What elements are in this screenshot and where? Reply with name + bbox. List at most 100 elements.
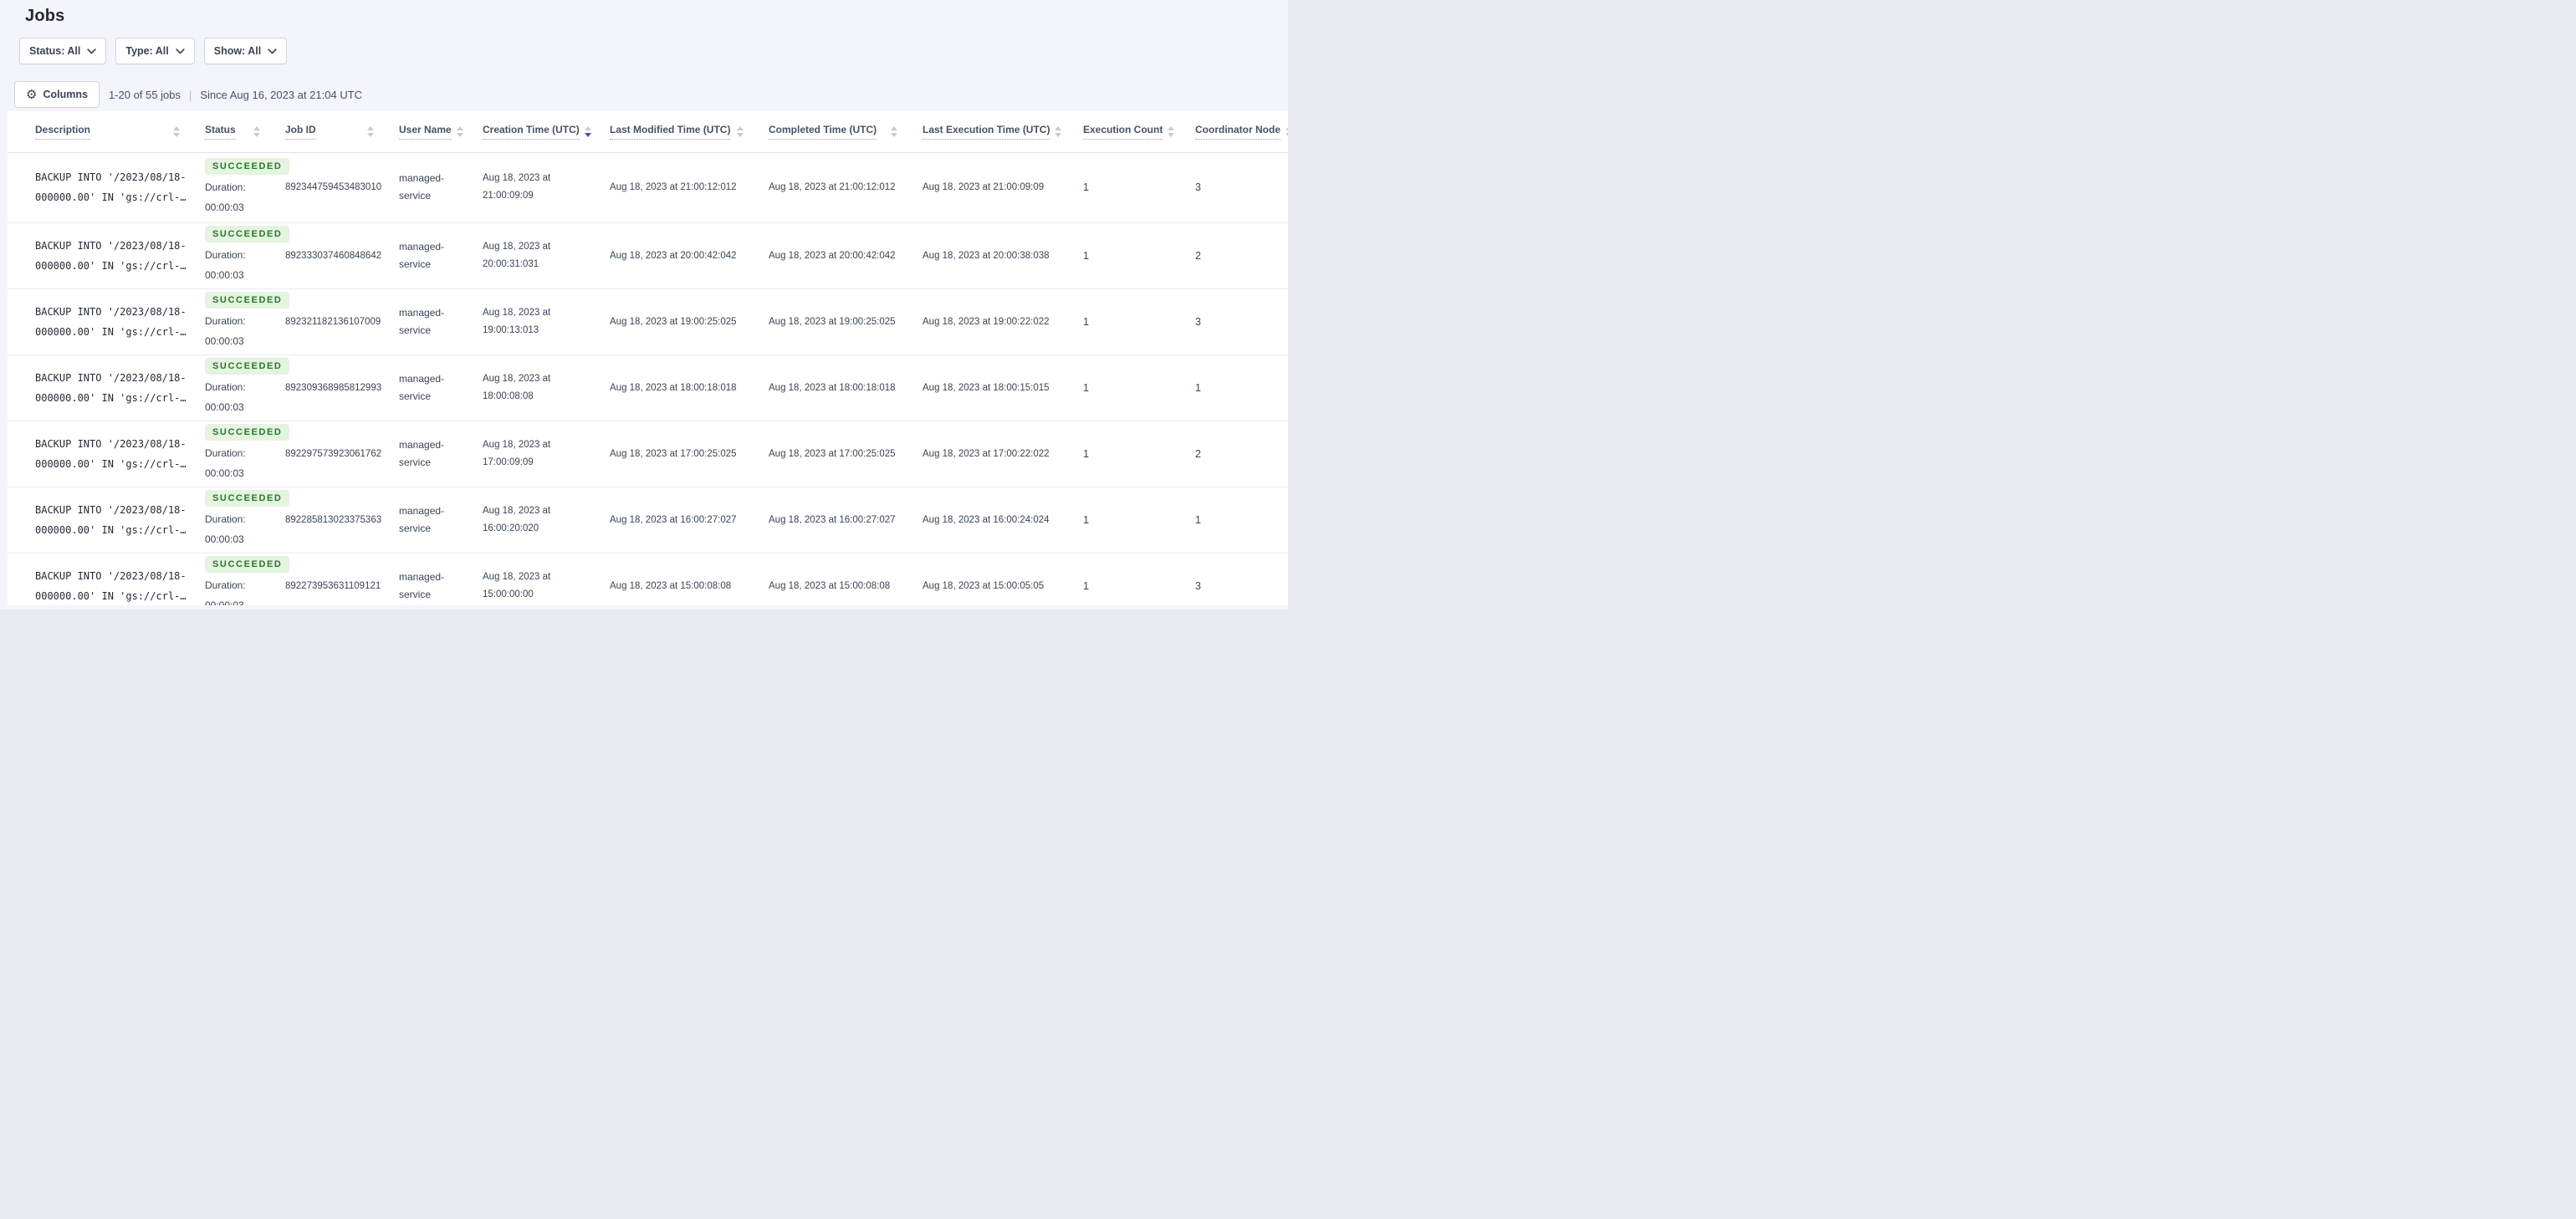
table-row: BACKUP INTO '/2023/08/18-000000.00' IN '… xyxy=(8,288,1288,354)
column-header-modified[interactable]: Last Modified Time (UTC) xyxy=(596,111,755,153)
filter-label: Type: All xyxy=(125,45,169,57)
last-execution-time-cell: Aug 18, 2023 at 18:00:15:015 xyxy=(923,382,1050,393)
description-cell: BACKUP INTO '/2023/08/18-000000.00' IN '… xyxy=(8,421,192,487)
column-label: Execution Count xyxy=(1083,124,1163,140)
show-filter-dropdown[interactable]: Show: All xyxy=(203,38,288,64)
execution-count-cell: 1 xyxy=(1083,315,1089,328)
status-badge: SUCCEEDED xyxy=(205,226,290,242)
columns-button[interactable]: ⚙ Columns xyxy=(14,81,100,108)
table-row: BACKUP INTO '/2023/08/18-000000.00' IN '… xyxy=(8,354,1288,421)
job-description-link[interactable]: BACKUP INTO '/2023/08/18-000000.00' IN '… xyxy=(35,368,187,408)
sort-up-arrow xyxy=(1168,125,1175,130)
sort-icon xyxy=(1285,125,1288,137)
status-badge: SUCCEEDED xyxy=(205,490,290,507)
jobs-page: Jobs Status: All Type: All Show: All ⚙ Col… xyxy=(0,0,1288,610)
job-description-link[interactable]: BACKUP INTO '/2023/08/18-000000.00' IN '… xyxy=(35,302,187,342)
column-label: Description xyxy=(35,124,91,140)
execution-count-cell: 1 xyxy=(1083,181,1089,193)
table-row: BACKUP INTO '/2023/08/18-000000.00' IN '… xyxy=(8,487,1288,553)
sort-down-arrow xyxy=(367,132,374,137)
chevron-down-icon xyxy=(87,48,97,54)
columns-button-label: Columns xyxy=(43,89,88,100)
last-modified-time-cell: Aug 18, 2023 at 21:00:12:012 xyxy=(610,182,737,192)
user-name-cell: managed-service xyxy=(399,438,445,468)
sort-up-arrow xyxy=(891,125,897,130)
execution-count-cell: 1 xyxy=(1083,249,1089,262)
column-header-job_id[interactable]: Job ID xyxy=(272,111,386,153)
table-header-row: Description Status Job ID User Name Creation… xyxy=(8,111,1288,153)
sort-icon xyxy=(253,125,260,137)
chevron-down-icon xyxy=(268,48,277,54)
sort-down-arrow xyxy=(253,132,260,137)
column-label: Last Modified Time (UTC) xyxy=(610,124,731,140)
creation-time-cell: Aug 18, 2023 at 16:00:20:020 xyxy=(483,505,551,533)
sort-down-arrow xyxy=(1285,132,1288,137)
user-name-cell: managed-service xyxy=(399,172,445,201)
filter-bar: Status: All Type: All Show: All xyxy=(19,38,1288,64)
sort-icon xyxy=(584,125,591,137)
sort-down-arrow xyxy=(173,132,180,137)
creation-time-cell: Aug 18, 2023 at 17:00:09:09 xyxy=(483,439,551,467)
job-description-link[interactable]: BACKUP INTO '/2023/08/18-000000.00' IN '… xyxy=(35,167,187,207)
execution-count-cell: 1 xyxy=(1083,579,1089,592)
sort-icon xyxy=(173,125,180,137)
sort-down-arrow xyxy=(737,132,744,137)
column-header-lastexec[interactable]: Last Execution Time (UTC) xyxy=(909,111,1070,153)
last-execution-time-cell: Aug 18, 2023 at 16:00:24:024 xyxy=(923,514,1050,525)
coordinator-node-cell: 1 xyxy=(1195,381,1201,394)
sort-icon xyxy=(891,125,897,137)
status-cell: SUCCEEDED Duration: 00:00:03 xyxy=(192,487,290,553)
sort-down-arrow xyxy=(1168,132,1175,137)
creation-time-cell: Aug 18, 2023 at 21:00:09:09 xyxy=(483,173,551,201)
job-duration: Duration: 00:00:03 xyxy=(205,381,246,413)
job-description-link[interactable]: BACKUP INTO '/2023/08/18-000000.00' IN '… xyxy=(35,434,187,474)
column-header-completed[interactable]: Completed Time (UTC) xyxy=(755,111,909,153)
column-label: Job ID xyxy=(285,124,316,140)
status-badge: SUCCEEDED xyxy=(205,556,290,573)
table-toolbar: ⚙ Columns 1-20 of 55 jobs | Since Aug 16… xyxy=(14,81,1288,108)
sort-icon xyxy=(737,125,744,137)
column-header-status[interactable]: Status xyxy=(192,111,272,153)
table-row: BACKUP INTO '/2023/08/18-000000.00' IN '… xyxy=(8,421,1288,487)
jobs-table-card: Description Status Job ID User Name Creation… xyxy=(8,111,1288,605)
description-cell: BACKUP INTO '/2023/08/18-000000.00' IN '… xyxy=(8,152,192,222)
column-header-execcount[interactable]: Execution Count xyxy=(1070,111,1182,153)
job-description-link[interactable]: BACKUP INTO '/2023/08/18-000000.00' IN '… xyxy=(35,500,187,540)
job-description-link[interactable]: BACKUP INTO '/2023/08/18-000000.00' IN '… xyxy=(35,566,187,606)
coordinator-node-cell: 2 xyxy=(1195,249,1201,262)
last-execution-time-cell: Aug 18, 2023 at 20:00:38:038 xyxy=(923,250,1050,261)
column-header-user_name[interactable]: User Name xyxy=(386,111,469,153)
job-description-link[interactable]: BACKUP INTO '/2023/08/18-000000.00' IN '… xyxy=(35,236,187,276)
column-header-description[interactable]: Description xyxy=(8,111,192,153)
status-badge: SUCCEEDED xyxy=(205,424,290,441)
sort-up-arrow xyxy=(584,125,591,130)
sort-up-arrow xyxy=(367,125,374,130)
status-filter-dropdown[interactable]: Status: All xyxy=(19,38,107,64)
table-row: BACKUP INTO '/2023/08/18-000000.00' IN '… xyxy=(8,222,1288,288)
sort-icon xyxy=(456,125,463,137)
jobs-table: Description Status Job ID User Name Creation… xyxy=(8,111,1288,605)
job-duration: Duration: 00:00:03 xyxy=(205,513,246,545)
description-cell: BACKUP INTO '/2023/08/18-000000.00' IN '… xyxy=(8,222,192,288)
user-name-cell: managed-service xyxy=(399,372,445,402)
last-execution-time-cell: Aug 18, 2023 at 17:00:22:022 xyxy=(923,448,1050,459)
type-filter-dropdown[interactable]: Type: All xyxy=(115,38,195,64)
sort-up-arrow xyxy=(1285,125,1288,130)
sort-up-arrow xyxy=(1055,125,1062,130)
column-header-creation[interactable]: Creation Time (UTC) xyxy=(469,111,596,153)
column-label: Last Execution Time (UTC) xyxy=(923,124,1050,140)
coordinator-node-cell: 1 xyxy=(1195,513,1201,526)
completed-time-cell: Aug 18, 2023 at 17:00:25:025 xyxy=(769,448,896,459)
creation-time-cell: Aug 18, 2023 at 19:00:13:013 xyxy=(483,307,551,335)
table-row: BACKUP INTO '/2023/08/18-000000.00' IN '… xyxy=(8,152,1288,222)
description-cell: BACKUP INTO '/2023/08/18-000000.00' IN '… xyxy=(8,487,192,553)
completed-time-cell: Aug 18, 2023 at 21:00:12:012 xyxy=(769,182,896,192)
last-modified-time-cell: Aug 18, 2023 at 17:00:25:025 xyxy=(610,448,737,459)
creation-time-cell: Aug 18, 2023 at 18:00:08:08 xyxy=(483,373,551,401)
execution-count-cell: 1 xyxy=(1083,513,1089,526)
sort-up-arrow xyxy=(253,125,260,130)
coordinator-node-cell: 3 xyxy=(1195,579,1201,592)
completed-time-cell: Aug 18, 2023 at 20:00:42:042 xyxy=(769,250,896,261)
column-header-coordinator[interactable]: Coordinator Node xyxy=(1182,111,1288,153)
last-modified-time-cell: Aug 18, 2023 at 20:00:42:042 xyxy=(610,250,737,261)
